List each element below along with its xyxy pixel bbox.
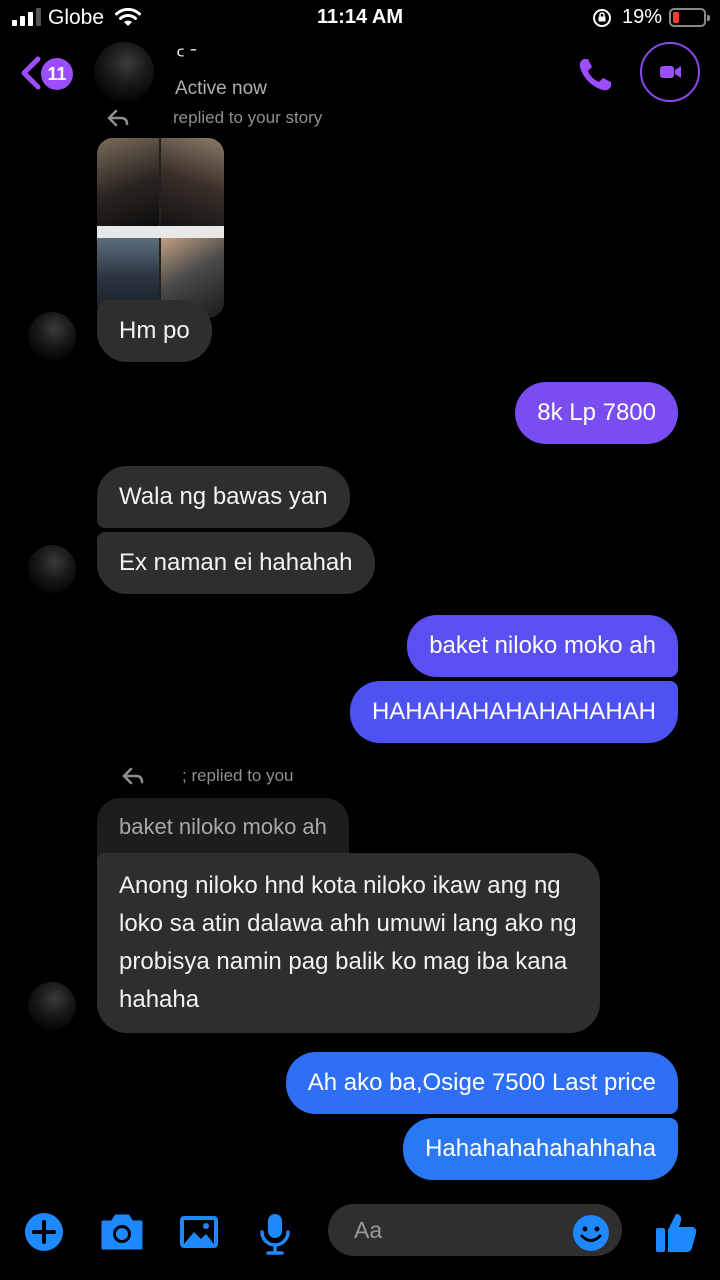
message-bubble-outgoing[interactable]: baket niloko moko ah [407, 615, 678, 677]
message-bubble-incoming[interactable]: Anong niloko hnd kota niloko ikaw ang ng… [97, 853, 600, 1033]
emoji-icon[interactable] [572, 1214, 610, 1252]
camera-icon[interactable] [99, 1212, 145, 1252]
conversation-header: 11 ᑦ ˉ Active now [0, 36, 720, 108]
microphone-icon[interactable] [258, 1212, 292, 1256]
unread-count-badge[interactable]: 11 [41, 58, 73, 90]
thumbs-up-icon[interactable] [654, 1210, 698, 1254]
phone-call-icon[interactable] [576, 54, 616, 94]
video-camera-icon [660, 66, 681, 78]
sender-avatar[interactable] [28, 312, 76, 360]
message-bubble-incoming[interactable]: Ex naman ei hahahah [97, 532, 375, 594]
story-reply-indicator: replied to your story [107, 108, 322, 128]
message-bubble-outgoing[interactable]: 8k Lp 7800 [515, 382, 678, 444]
story-reply-label: replied to your story [173, 108, 323, 127]
gallery-icon[interactable] [178, 1212, 220, 1252]
message-bubble-outgoing[interactable]: Hahahahahahahhaha [403, 1118, 678, 1180]
video-call-button[interactable] [640, 42, 700, 102]
sender-avatar[interactable] [28, 545, 76, 593]
message-composer [0, 1196, 720, 1280]
contact-name[interactable]: ᑦ ˉ [176, 44, 197, 69]
battery-percent: 19% [622, 6, 663, 28]
reply-indicator: ; replied to you [122, 766, 294, 786]
plus-icon[interactable] [24, 1212, 64, 1252]
message-bubble-incoming[interactable]: Wala ng bawas yan [97, 466, 350, 528]
status-bar: Globe 11:14 AM 19% [0, 0, 720, 36]
battery-icon [669, 8, 710, 27]
sender-avatar[interactable] [28, 982, 76, 1030]
story-image[interactable] [97, 138, 224, 318]
contact-avatar[interactable] [94, 42, 154, 102]
reply-label: ; replied to you [182, 766, 294, 785]
presence-status: Active now [175, 78, 267, 99]
reply-arrow-icon [107, 109, 129, 127]
message-bubble-incoming[interactable]: Hm po [97, 300, 212, 362]
reply-arrow-icon [122, 767, 144, 785]
message-bubble-outgoing[interactable]: HAHAHAHAHAHAHAHAH [349, 681, 678, 743]
status-time: 11:14 AM [317, 6, 403, 28]
orientation-lock-icon [593, 9, 611, 27]
message-bubble-outgoing[interactable]: Ah ako ba,Osige 7500 Last price [285, 1052, 678, 1114]
